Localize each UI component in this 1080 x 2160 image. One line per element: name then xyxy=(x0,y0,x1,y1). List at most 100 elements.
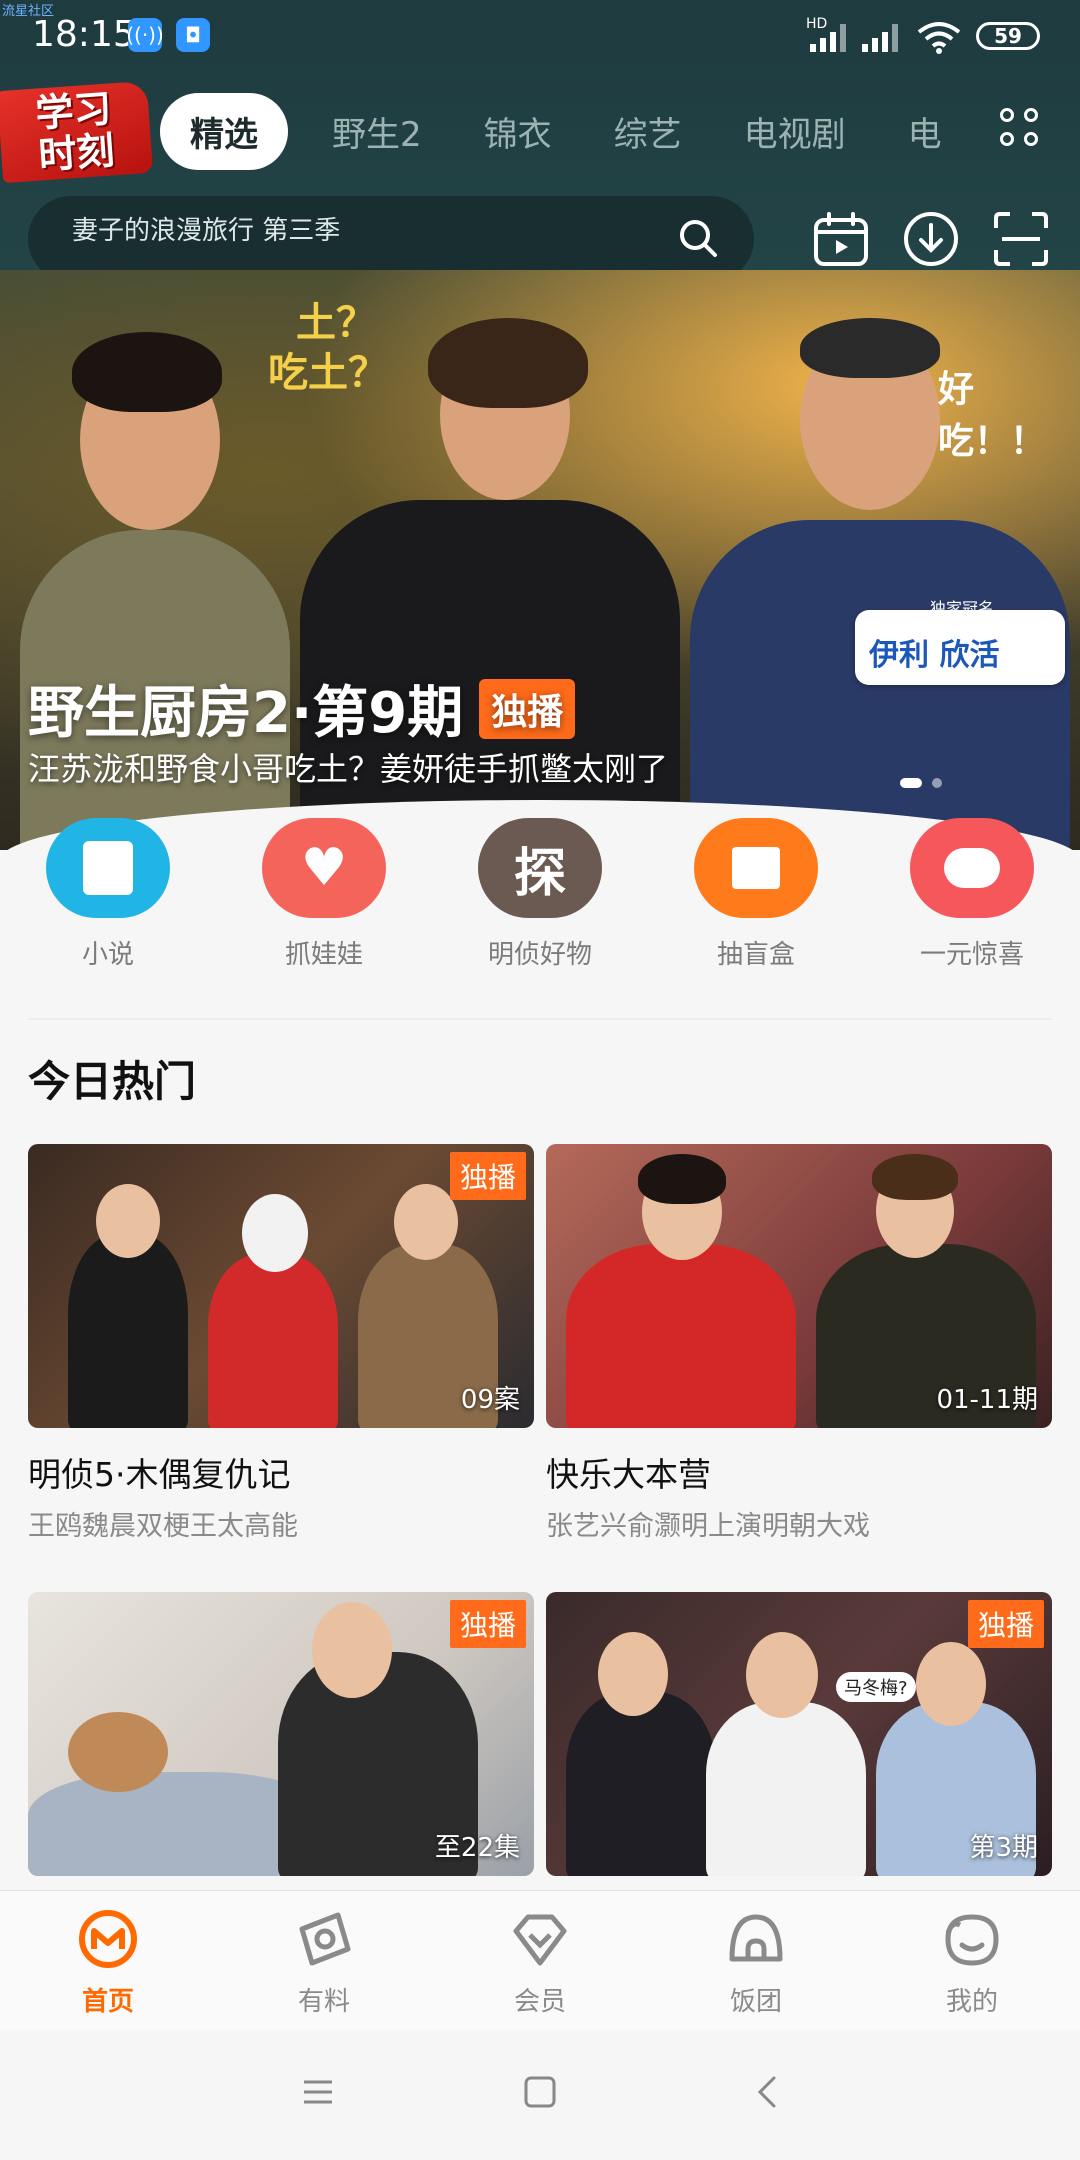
quick-claw-machine-label: 抓娃娃 xyxy=(284,940,363,970)
carousel-dot-active xyxy=(900,778,922,788)
banner-hair-right xyxy=(800,318,940,378)
menu-icon[interactable] xyxy=(300,2074,336,2110)
video-subtitle: 张艺兴俞灏明上演明朝大戏 xyxy=(546,1511,870,1542)
mango-home-icon xyxy=(79,1910,137,1968)
nav-fan-club[interactable]: 饭团 xyxy=(686,1909,826,2018)
episode-label: 第3期 xyxy=(969,1833,1038,1863)
quick-claw-machine[interactable]: ♥ 抓娃娃 xyxy=(224,818,424,971)
video-thumbnail: 马冬梅? 独播 第3期 xyxy=(546,1592,1052,1876)
nav-profile[interactable]: 我的 xyxy=(902,1909,1042,2018)
nav-profile-label: 我的 xyxy=(945,1987,998,2017)
thumb-person-head xyxy=(312,1602,392,1698)
quick-entries: 小说 ♥ 抓娃娃 探 明侦好物 抽盲盒 一元惊喜 xyxy=(0,800,1080,1020)
video-card[interactable]: 独播 至22集 xyxy=(28,1592,534,1876)
banner-title-text: 野生厨房2·第9期 xyxy=(28,681,464,746)
thumb-person-head xyxy=(242,1194,308,1272)
episode-label: 至22集 xyxy=(434,1833,520,1863)
quick-blind-box-label: 抽盲盒 xyxy=(716,940,795,970)
nav-home[interactable]: 首页 xyxy=(38,1909,178,2018)
thumb-person-head xyxy=(96,1184,160,1258)
banner-person-right xyxy=(690,520,1070,850)
video-thumbnail: 独播 至22集 xyxy=(28,1592,534,1876)
status-time: 18:15 xyxy=(32,14,136,55)
logo-line-1: 学习 xyxy=(34,86,113,136)
status-bar: 18:15 ((·)) ◘ HD 59 xyxy=(0,0,1080,70)
episode-label: 09案 xyxy=(460,1385,520,1415)
app-notification-icon: ◘ xyxy=(176,18,210,52)
thumb-hair xyxy=(638,1154,726,1204)
exclusive-tag: 独播 xyxy=(449,1152,526,1200)
video-title: 明侦5·木偶复仇记 xyxy=(28,1455,291,1494)
tab-wild-kitchen[interactable]: 野生2 xyxy=(332,107,422,156)
banner-hair-left xyxy=(72,332,222,412)
diamond-vip-icon xyxy=(513,1914,567,1966)
exclusive-tag: 独播 xyxy=(449,1600,526,1648)
sponsor-brand: 伊利 欣活 xyxy=(869,638,1000,673)
blind-box-icon xyxy=(694,818,818,918)
banner-bubble-tasty: 好吃！！ xyxy=(938,369,1047,462)
hero-banner[interactable]: 土？ 吃土？ 好吃！！ 独家冠名 伊利 欣活 野生厨房2·第9期 独播 汪苏泷和… xyxy=(0,270,1080,850)
thumb-speech-bubble: 马冬梅? xyxy=(836,1672,916,1702)
search-input[interactable]: 妻子的浪漫旅行 第三季 xyxy=(72,210,340,247)
category-tabs: 精选 野生2 锦衣 综艺 电视剧 电 xyxy=(160,92,1004,170)
nav-fan-club-label: 饭团 xyxy=(729,1987,782,2017)
section-title: 今日热门 xyxy=(28,1057,197,1106)
home-square-icon[interactable] xyxy=(522,2074,558,2110)
banner-hair-middle xyxy=(428,318,588,408)
video-card[interactable]: 马冬梅? 独播 第3期 xyxy=(546,1592,1052,1876)
nav-feed-label: 有料 xyxy=(297,1987,350,2017)
bunny-icon xyxy=(910,818,1034,918)
nav-vip-label: 会员 xyxy=(513,1987,566,2017)
carousel-indicator xyxy=(900,778,942,788)
quick-novel-label: 小说 xyxy=(81,940,134,970)
tab-tv-series[interactable]: 电视剧 xyxy=(744,107,846,156)
book-icon xyxy=(46,818,170,918)
sponsor-logo: 伊利 欣活 xyxy=(855,610,1065,685)
quick-novel[interactable]: 小说 xyxy=(8,818,208,971)
quick-blind-box[interactable]: 抽盲盒 xyxy=(656,818,856,971)
banner-bubble-eat-dirt: 吃土？ xyxy=(268,350,388,396)
nav-vip[interactable]: 会员 xyxy=(470,1909,610,2018)
search-icon[interactable] xyxy=(678,218,718,258)
tab-variety[interactable]: 综艺 xyxy=(614,107,682,156)
quick-one-yuan-surprise-label: 一元惊喜 xyxy=(919,940,1024,970)
video-card[interactable]: 01-11期 快乐大本营 张艺兴俞灏明上演明朝大戏 xyxy=(546,1144,1052,1543)
logo-line-2: 时刻 xyxy=(37,128,116,178)
scan-icon[interactable] xyxy=(992,210,1050,268)
section-divider xyxy=(28,1018,1052,1020)
download-icon[interactable] xyxy=(902,210,960,268)
nav-feed[interactable]: 有料 xyxy=(254,1909,394,2018)
hotspot-icon: ((·)) xyxy=(126,18,164,52)
more-tabs-icon[interactable] xyxy=(1000,108,1042,150)
thumb-person-head xyxy=(746,1632,818,1718)
video-card[interactable]: 独播 09案 明侦5·木偶复仇记 王鸥魏晨双梗王太高能 xyxy=(28,1144,534,1543)
thumb-person-head xyxy=(394,1184,458,1260)
video-thumbnail: 01-11期 xyxy=(546,1144,1052,1428)
system-navigation-bar xyxy=(0,2030,1080,2160)
detective-shop-icon: 探 xyxy=(478,818,602,918)
carousel-dot xyxy=(932,778,942,788)
episode-label: 01-11期 xyxy=(936,1385,1038,1415)
learning-time-logo[interactable]: 学习 时刻 xyxy=(0,80,154,184)
quick-detective-shop-label: 明侦好物 xyxy=(487,940,592,970)
feed-icon xyxy=(299,1912,351,1966)
tab-featured[interactable]: 精选 xyxy=(160,92,288,170)
claw-machine-icon: ♥ xyxy=(262,818,386,918)
banner-exclusive-badge: 独播 xyxy=(479,678,576,739)
back-chevron-icon[interactable] xyxy=(750,2074,786,2110)
quick-detective-shop[interactable]: 探 明侦好物 xyxy=(440,818,640,971)
thumb-person xyxy=(706,1702,866,1876)
thumb-person xyxy=(68,1234,188,1428)
video-title: 快乐大本营 xyxy=(546,1455,711,1494)
schedule-calendar-icon[interactable] xyxy=(812,210,870,268)
signal-icon-2 xyxy=(862,22,898,52)
banner-subtitle: 汪苏泷和野食小哥吃土？姜妍徒手抓鳖太刚了 xyxy=(28,750,669,788)
exclusive-tag: 独播 xyxy=(967,1600,1044,1648)
tab-movie[interactable]: 电 xyxy=(908,107,942,156)
quick-one-yuan-surprise[interactable]: 一元惊喜 xyxy=(872,818,1072,971)
video-subtitle: 王鸥魏晨双梗王太高能 xyxy=(28,1511,298,1542)
tab-jinyi[interactable]: 锦衣 xyxy=(484,107,552,156)
thumb-person-head xyxy=(916,1642,986,1726)
bottom-navigation: 首页 有料 会员 饭团 我的 xyxy=(0,1890,1080,2031)
thumb-person-head xyxy=(598,1632,668,1716)
